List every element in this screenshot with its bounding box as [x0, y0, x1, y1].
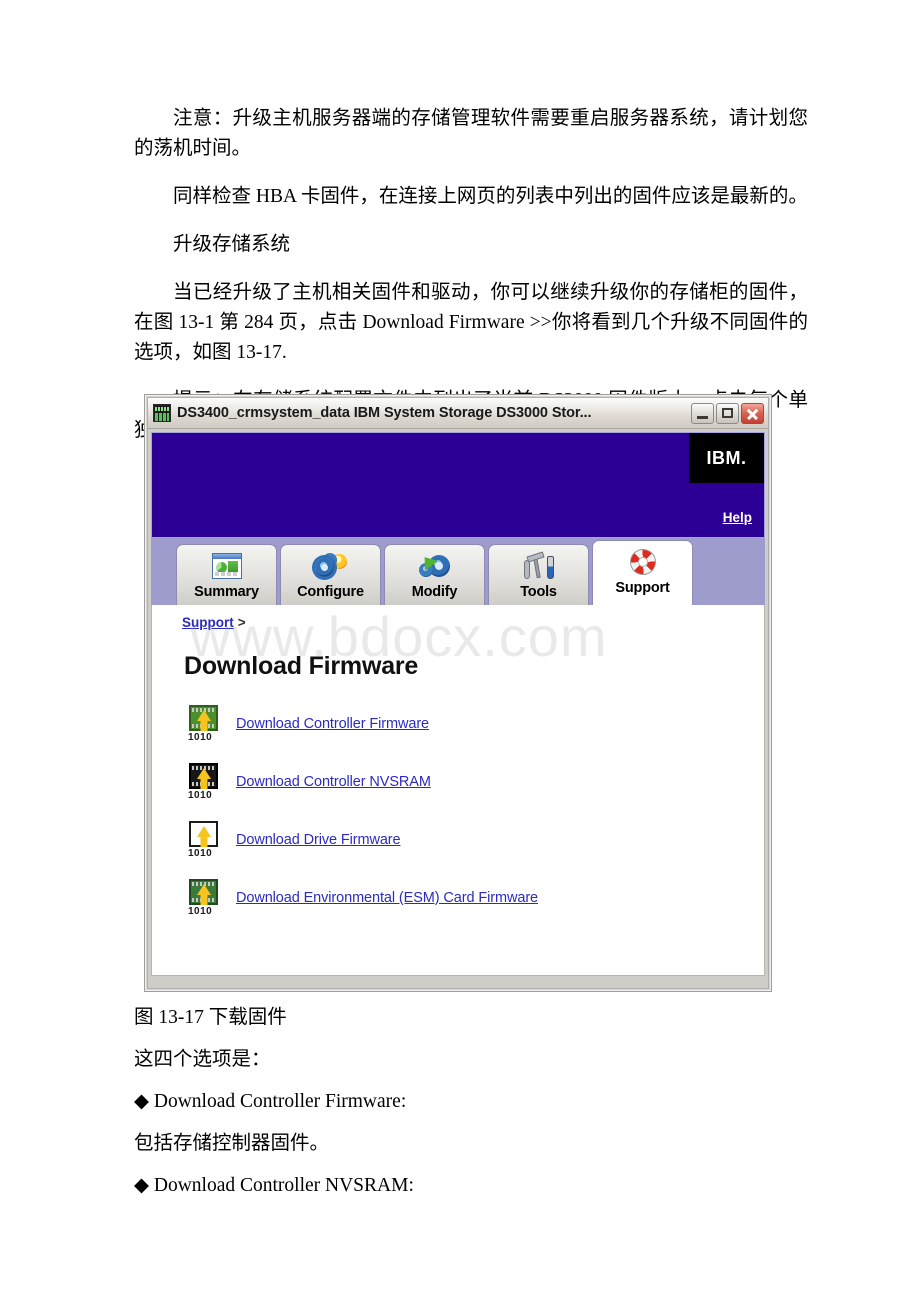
- link-download-drive-firmware[interactable]: Download Drive Firmware: [236, 832, 401, 848]
- paragraph-four-options: 这四个选项是：: [134, 1049, 271, 1070]
- ibm-logo-text: IBM.: [689, 448, 764, 469]
- list-item[interactable]: 1010 Download Environmental (ESM) Card F…: [188, 869, 764, 927]
- configure-gear-icon: [314, 550, 348, 582]
- controller-nvsram-chip-icon: 1010: [188, 763, 220, 801]
- bullet-controller-nvsram: ◆ Download Controller NVSRAM:: [134, 1175, 414, 1196]
- link-download-esm-card-firmware[interactable]: Download Environmental (ESM) Card Firmwa…: [236, 890, 538, 906]
- maximize-button[interactable]: [716, 402, 739, 424]
- tab-summary-label: Summary: [194, 584, 259, 600]
- breadcrumb-link-support[interactable]: Support: [182, 615, 234, 630]
- modify-gear-icon: [417, 550, 452, 582]
- close-button[interactable]: [741, 402, 764, 424]
- link-download-controller-nvsram[interactable]: Download Controller NVSRAM: [236, 774, 431, 790]
- tab-support[interactable]: Support: [592, 540, 693, 605]
- page-title: Download Firmware: [184, 652, 419, 680]
- tab-modify-label: Modify: [411, 584, 458, 600]
- tab-support-label: Support: [615, 580, 670, 596]
- icon-code-label: 1010: [188, 790, 213, 801]
- paragraph-hba: 同样检查 HBA 卡固件，在连接上网页的列表中列出的固件应该是最新的。: [173, 186, 808, 207]
- paragraph-heading-upgrade-storage: 升级存储系统: [173, 234, 291, 255]
- paragraph-upgrade-steps: 当已经升级了主机相关固件和驱动，你可以继续升级你的存储柜的固件，在图 13-1 …: [134, 282, 808, 363]
- controller-firmware-chip-icon: 1010: [188, 705, 220, 743]
- link-download-controller-firmware[interactable]: Download Controller Firmware: [236, 716, 429, 732]
- tab-configure-label: Configure: [297, 584, 364, 600]
- breadcrumb-separator: >: [237, 615, 246, 630]
- ibm-logo: IBM.: [689, 433, 764, 483]
- icon-code-label: 1010: [188, 732, 213, 743]
- storage-subsystem-icon: [153, 404, 171, 422]
- paragraph-controller-firmware-desc: 包括存储控制器固件。: [134, 1133, 330, 1154]
- summary-chart-icon: [210, 550, 244, 582]
- tab-configure[interactable]: Configure: [280, 544, 381, 605]
- window-inner-frame: DS3400_crmsystem_data IBM System Storage…: [147, 397, 769, 989]
- tab-tools-label: Tools: [520, 584, 557, 600]
- esm-card-firmware-icon: 1010: [188, 879, 220, 917]
- bullet-controller-firmware: ◆ Download Controller Firmware:: [134, 1091, 407, 1112]
- tab-modify[interactable]: Modify: [384, 544, 485, 605]
- drive-firmware-icon: 1010: [188, 821, 220, 859]
- icon-code-label: 1010: [188, 906, 213, 917]
- tab-summary[interactable]: Summary: [176, 544, 277, 605]
- help-link[interactable]: Help: [723, 510, 752, 525]
- paragraph-note: 注意：升级主机服务器端的存储管理软件需要重启服务器系统，请计划您的荡机时间。: [134, 108, 808, 159]
- window-title: DS3400_crmsystem_data IBM System Storage…: [177, 405, 592, 421]
- ibm-banner: IBM. Help: [151, 432, 765, 538]
- application-window: DS3400_crmsystem_data IBM System Storage…: [144, 394, 772, 992]
- window-controls: [691, 402, 766, 424]
- document-body: 注意：升级主机服务器端的存储管理软件需要重启服务器系统，请计划您的荡机时间。 同…: [0, 0, 920, 446]
- icon-code-label: 1010: [188, 848, 213, 859]
- tab-tools[interactable]: Tools: [488, 544, 589, 605]
- list-item[interactable]: 1010 Download Controller Firmware: [188, 695, 764, 753]
- page-content: Support > Download Firmware 1010 Download…: [151, 605, 765, 976]
- figure-caption: 图 13-17 下载固件: [134, 1007, 287, 1028]
- list-item[interactable]: 1010 Download Drive Firmware: [188, 811, 764, 869]
- main-tabstrip: Summary Configure Modify Tools Support: [151, 538, 765, 605]
- minimize-button[interactable]: [691, 402, 714, 424]
- download-links-list: 1010 Download Controller Firmware 1010 D…: [152, 695, 764, 927]
- document-body-lower: 图 13-17 下载固件 这四个选项是： ◆ Download Controll…: [0, 1003, 920, 1201]
- list-item[interactable]: 1010 Download Controller NVSRAM: [188, 753, 764, 811]
- tools-wrench-icon: [522, 550, 556, 582]
- support-lifering-icon: [626, 546, 660, 578]
- breadcrumb: Support >: [152, 605, 764, 630]
- window-titlebar[interactable]: DS3400_crmsystem_data IBM System Storage…: [148, 398, 768, 429]
